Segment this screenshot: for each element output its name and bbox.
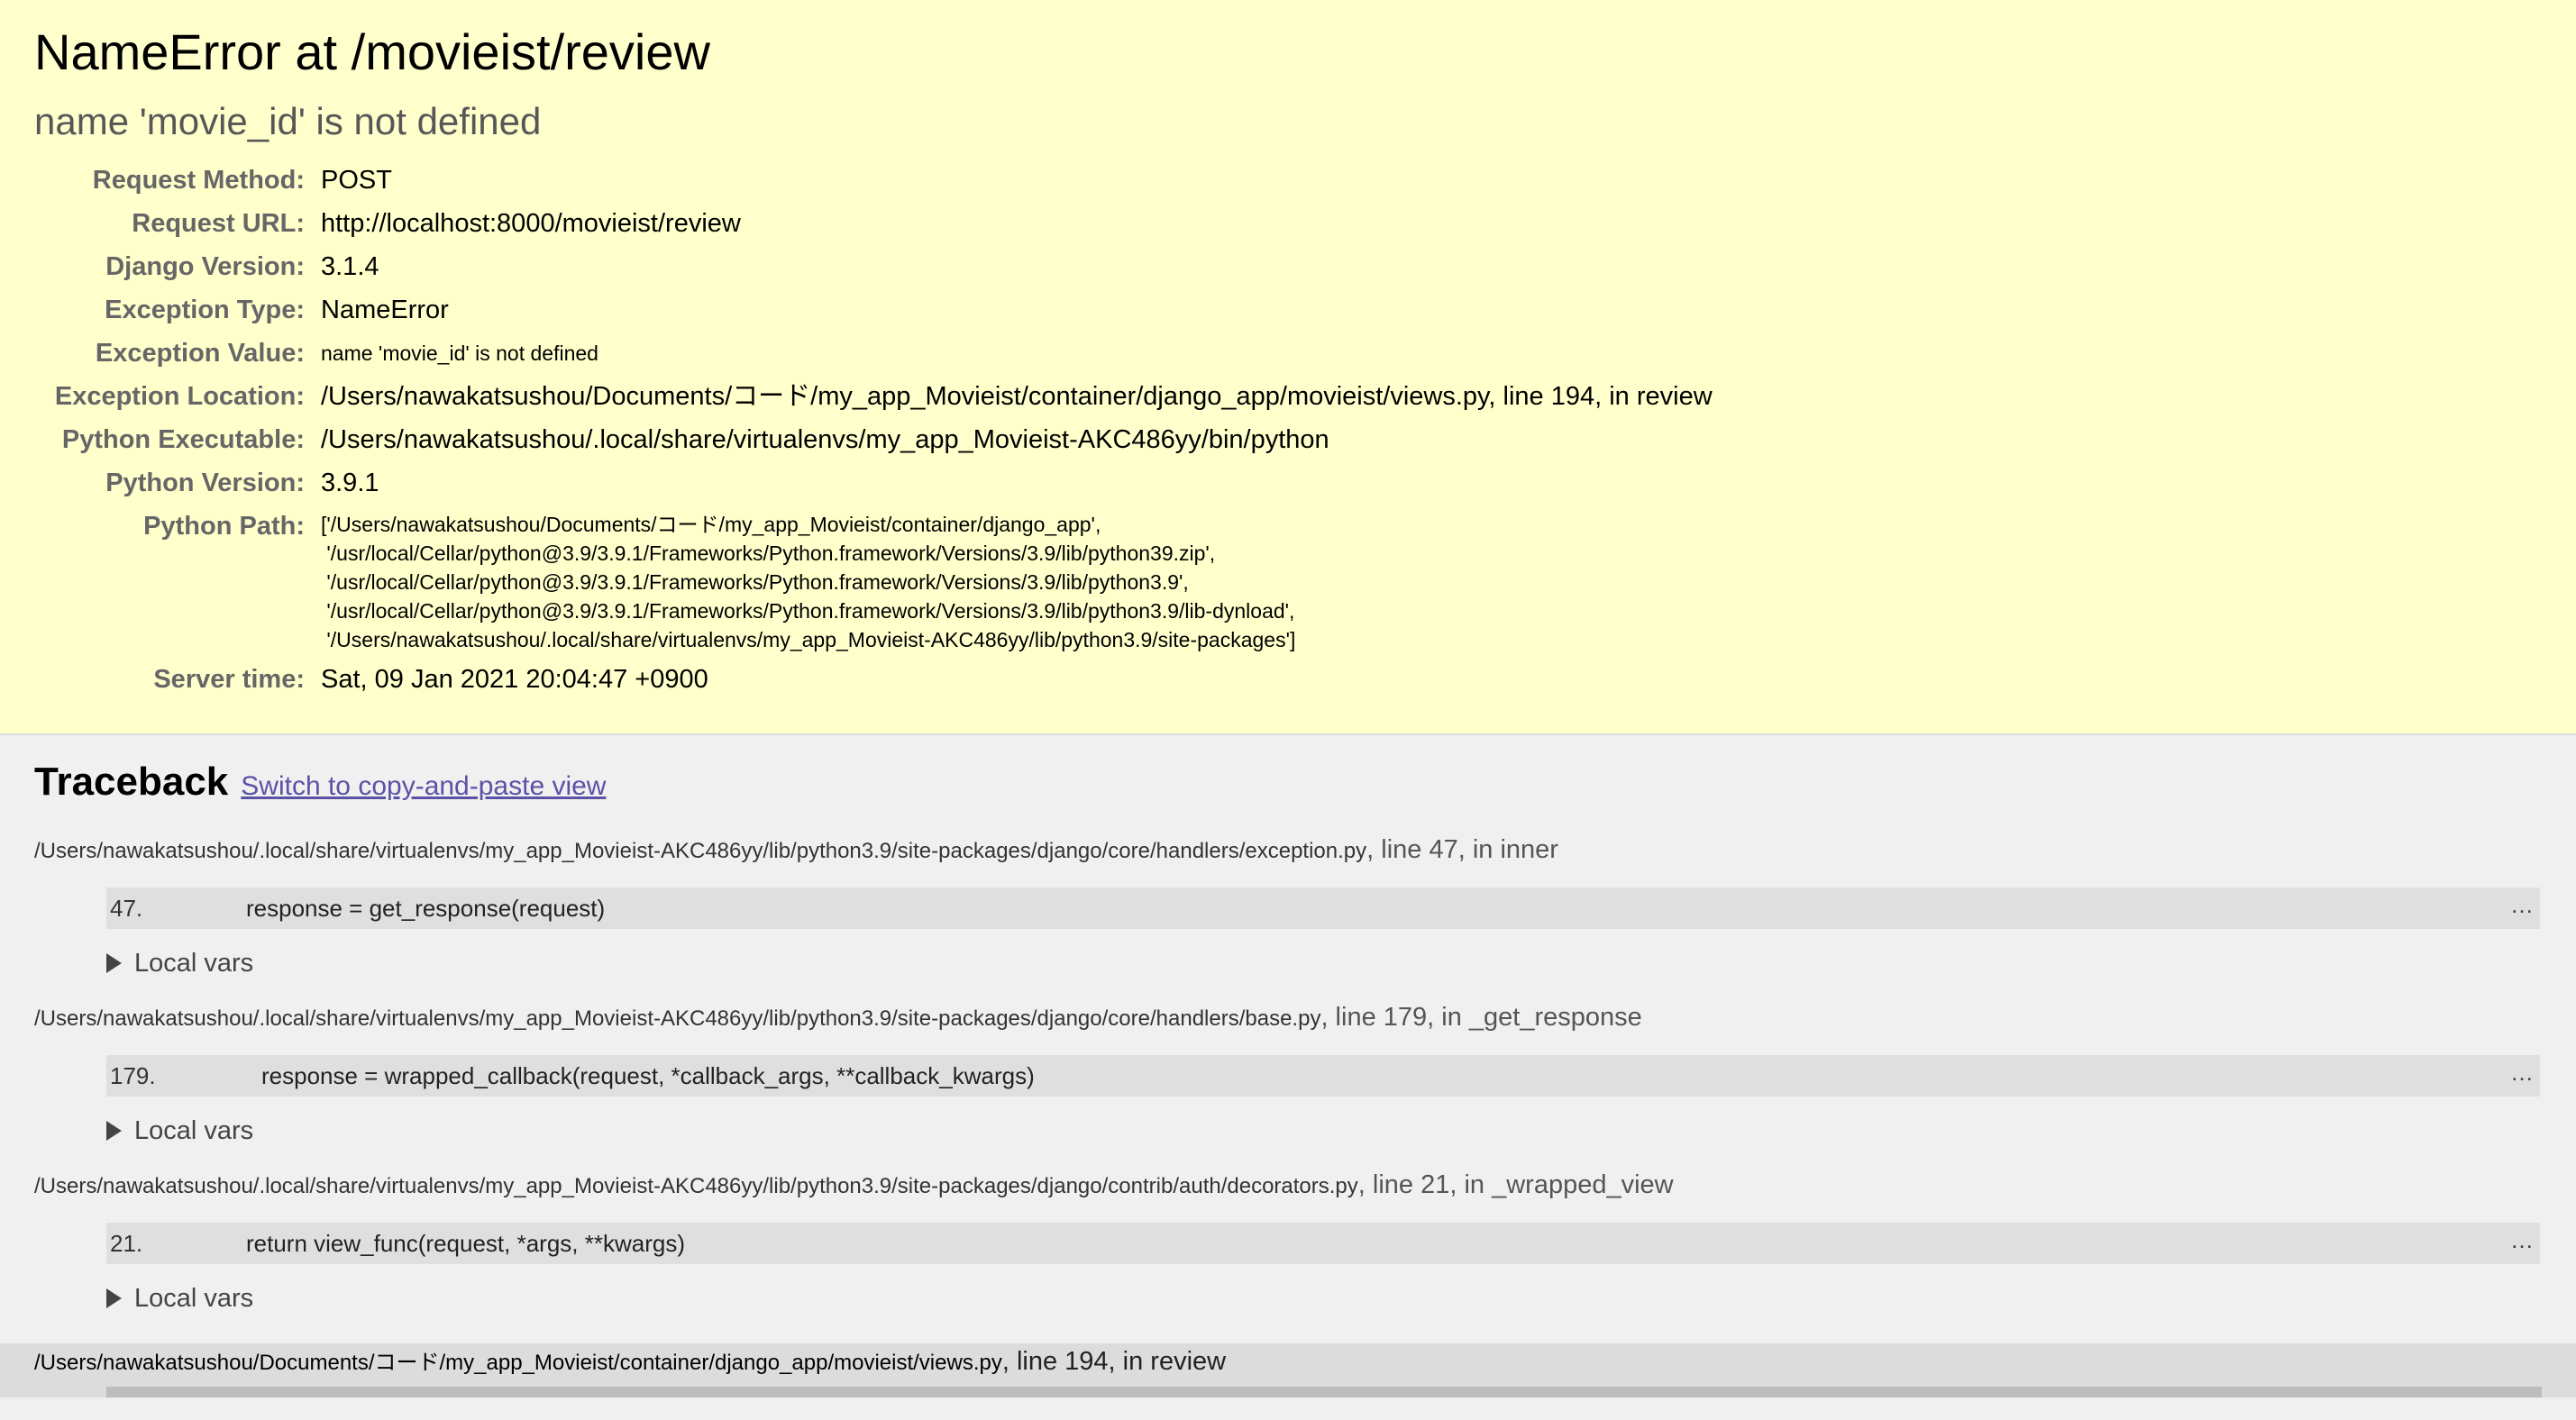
local-vars-label: Local vars <box>134 949 254 978</box>
meta-row-exception-value: Exception Value: name 'movie_id' is not … <box>34 332 1713 375</box>
meta-label: Exception Type: <box>105 296 305 324</box>
meta-value: POST <box>321 166 392 195</box>
local-vars-toggle[interactable]: Local vars <box>106 1280 2542 1316</box>
meta-label: Request URL: <box>132 209 305 238</box>
error-message: name 'movie_id' is not defined <box>34 100 542 142</box>
frame-file-header: /Users/nawakatsushou/.local/share/virtua… <box>34 999 2542 1035</box>
traceback-section: Traceback Switch to copy-and-paste view … <box>0 735 2576 1397</box>
request-meta-table: Request Method: POST Request URL: http:/… <box>34 159 1713 701</box>
traceback-title: Traceback <box>34 760 229 804</box>
meta-label: Python Executable: <box>61 425 305 454</box>
frame-file-location: , line 21, in _wrapped_view <box>1357 1170 1674 1199</box>
python-path-line: ['/Users/nawakatsushou/Documents/コード/my_… <box>321 513 1101 536</box>
meta-row-request-method: Request Method: POST <box>34 159 1713 202</box>
line-number: 179. <box>110 1061 156 1089</box>
local-vars-toggle[interactable]: Local vars <box>106 945 2542 981</box>
frame-file-path: /Users/nawakatsushou/Documents/コード/my_ap… <box>34 1351 1002 1375</box>
line-number: 21. <box>110 1229 143 1257</box>
code-text: return view_func(request, *args, **kwarg… <box>246 1229 685 1257</box>
python-path-list: ['/Users/nawakatsushou/Documents/コード/my_… <box>321 505 1713 658</box>
frame-context-line[interactable]: 47. response = get_response(request) … <box>106 888 2540 929</box>
meta-label: Request Method: <box>92 166 305 195</box>
frame-file-location: , line 179, in _get_response <box>1320 1003 1642 1032</box>
frame-file-location: , line 194, in review <box>1001 1347 1227 1376</box>
error-summary: NameError at /movieist/review name 'movi… <box>0 0 2576 735</box>
local-vars-label: Local vars <box>134 1284 254 1313</box>
meta-row-exception-type: Exception Type: NameError <box>34 288 1713 332</box>
meta-row-django-version: Django Version: 3.1.4 <box>34 245 1713 288</box>
error-title: NameError at /movieist/review <box>34 23 710 80</box>
meta-label: Exception Value: <box>95 339 305 368</box>
python-path-line: '/usr/local/Cellar/python@3.9/3.9.1/Fram… <box>321 570 1189 594</box>
traceback-heading: Traceback Switch to copy-and-paste view <box>34 755 2542 814</box>
meta-label: Django Version: <box>105 252 305 281</box>
meta-row-request-url: Request URL: http://localhost:8000/movie… <box>34 202 1713 245</box>
local-vars-label: Local vars <box>134 1116 254 1145</box>
frame-file-header: /Users/nawakatsushou/.local/share/virtua… <box>34 832 2542 868</box>
frame-file-path: /Users/nawakatsushou/.local/share/virtua… <box>34 839 1367 863</box>
meta-value: name 'movie_id' is not defined <box>321 341 598 365</box>
frame-file-header: /Users/nawakatsushou/.local/share/virtua… <box>34 1167 2542 1203</box>
python-path-line: '/usr/local/Cellar/python@3.9/3.9.1/Fram… <box>321 542 1216 565</box>
local-vars-toggle[interactable]: Local vars <box>106 1113 2542 1149</box>
meta-row-python-executable: Python Executable: /Users/nawakatsushou/… <box>34 418 1713 461</box>
expand-context-icon[interactable]: … <box>2510 1059 2535 1087</box>
code-text: response = get_response(request) <box>246 894 606 922</box>
meta-label: Python Version: <box>105 469 305 497</box>
meta-value: Sat, 09 Jan 2021 20:04:47 +0900 <box>321 665 708 694</box>
triangle-right-icon <box>106 953 122 973</box>
meta-label: Python Path: <box>143 512 305 541</box>
meta-value: /Users/nawakatsushou/Documents/コード/my_ap… <box>321 382 1713 411</box>
context-line-bar <box>106 1387 2542 1397</box>
switch-copy-paste-view-link[interactable]: Switch to copy-and-paste view <box>241 760 606 814</box>
meta-row-server-time: Server time: Sat, 09 Jan 2021 20:04:47 +… <box>34 658 1713 701</box>
meta-label: Server time: <box>153 665 305 694</box>
frame-context-line[interactable]: 21. return view_func(request, *args, **k… <box>106 1223 2540 1264</box>
code-text: response = wrapped_callback(request, *ca… <box>261 1061 1035 1089</box>
python-path-line: '/Users/nawakatsushou/.local/share/virtu… <box>321 628 1296 651</box>
meta-value: http://localhost:8000/movieist/review <box>321 209 741 238</box>
meta-row-exception-location: Exception Location: /Users/nawakatsushou… <box>34 375 1713 418</box>
meta-label: Exception Location: <box>54 382 305 411</box>
line-number: 47. <box>110 894 143 922</box>
frame-file-path: /Users/nawakatsushou/.local/share/virtua… <box>34 1174 1358 1198</box>
frame-file-location: , line 47, in inner <box>1366 835 1558 864</box>
user-frame-header: /Users/nawakatsushou/Documents/コード/my_ap… <box>0 1343 2576 1397</box>
triangle-right-icon <box>106 1121 122 1141</box>
expand-context-icon[interactable]: … <box>2510 891 2535 919</box>
meta-row-python-path: Python Path: ['/Users/nawakatsushou/Docu… <box>34 505 1713 658</box>
meta-value: /Users/nawakatsushou/.local/share/virtua… <box>321 425 1329 454</box>
meta-row-python-version: Python Version: 3.9.1 <box>34 461 1713 505</box>
frame-file-path: /Users/nawakatsushou/.local/share/virtua… <box>34 1006 1321 1031</box>
triangle-right-icon <box>106 1288 122 1308</box>
meta-value: 3.1.4 <box>321 252 379 281</box>
meta-value: NameError <box>321 296 449 324</box>
meta-value: 3.9.1 <box>321 469 379 497</box>
python-path-line: '/usr/local/Cellar/python@3.9/3.9.1/Fram… <box>321 599 1295 623</box>
expand-context-icon[interactable]: … <box>2510 1226 2535 1254</box>
frame-context-line[interactable]: 179. response = wrapped_callback(request… <box>106 1055 2540 1097</box>
